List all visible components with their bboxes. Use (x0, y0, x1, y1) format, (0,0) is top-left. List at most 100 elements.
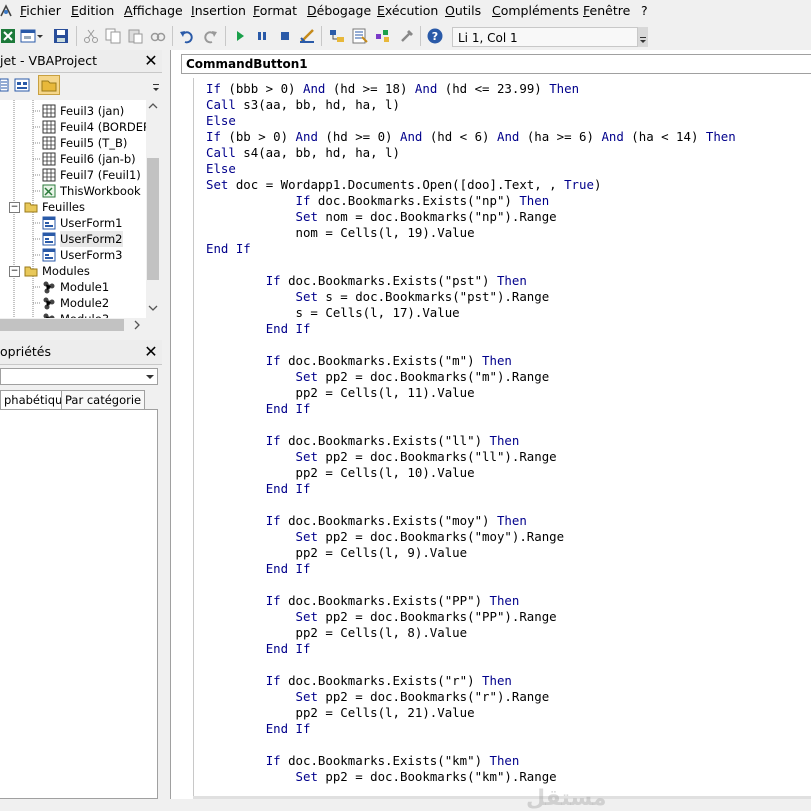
code-line[interactable]: Else (206, 113, 236, 129)
object-select[interactable]: CommandButton1 (181, 54, 811, 74)
code-line[interactable]: Set pp2 = doc.Bookmarks("PP").Range (206, 609, 557, 625)
code-line[interactable]: End If (206, 401, 311, 417)
code-line[interactable]: Else (206, 161, 236, 177)
code-keyword: Then (519, 193, 550, 208)
code-line[interactable]: Set doc = Wordapp1.Documents.Open([doo].… (206, 177, 601, 193)
code-line[interactable]: End If (206, 321, 311, 337)
chevron-down-icon[interactable] (37, 28, 43, 44)
menu-help[interactable]: ? (641, 3, 648, 18)
code-line[interactable]: pp2 = Cells(l, 9).Value (206, 545, 468, 561)
menu-complements[interactable]: Compléments (492, 3, 579, 18)
reset-icon[interactable] (277, 28, 293, 44)
code-line[interactable]: Set pp2 = doc.Bookmarks("m").Range (206, 369, 550, 385)
code-editor[interactable]: If (bbb > 0) And (hd >= 18) And (hd <= 2… (206, 81, 811, 799)
tree-expander-modules[interactable]: − (9, 266, 20, 277)
project-tree-horizontal-scrollbar[interactable] (0, 318, 160, 332)
menu-insertion[interactable]: Insertion (191, 3, 246, 18)
menu-fichier[interactable]: Fichier (20, 3, 61, 18)
insert-userform-icon[interactable] (20, 28, 36, 44)
code-keyword: If (206, 129, 221, 144)
code-line[interactable]: If doc.Bookmarks.Exists("r") Then (206, 673, 512, 689)
code-line[interactable]: If doc.Bookmarks.Exists("np") Then (206, 193, 550, 209)
menu-outils[interactable]: Outils (445, 3, 481, 18)
toggle-folders-icon[interactable] (38, 75, 60, 95)
close-icon[interactable]: ✕ (142, 343, 160, 361)
tree-item-label: Feuil6 (jan-b) (60, 152, 136, 166)
object-browser-icon[interactable] (375, 28, 391, 44)
code-line[interactable]: If doc.Bookmarks.Exists("PP") Then (206, 593, 520, 609)
properties-object-select[interactable] (0, 368, 158, 385)
help-icon[interactable]: ? (427, 28, 443, 44)
view-object-icon[interactable] (14, 77, 30, 93)
close-icon[interactable]: ✕ (142, 52, 160, 70)
vbe-app-icon[interactable] (0, 4, 12, 18)
break-icon[interactable] (254, 28, 270, 44)
toolbox-icon[interactable] (399, 28, 415, 44)
paste-icon[interactable] (127, 28, 143, 44)
excel-icon[interactable] (0, 28, 16, 44)
tree-expander-feuilles[interactable]: − (9, 202, 20, 213)
code-line[interactable]: Set s = doc.Bookmarks("pst").Range (206, 289, 550, 305)
code-line[interactable]: Set pp2 = doc.Bookmarks("r").Range (206, 689, 550, 705)
tab-by-category[interactable]: Par catégorie (61, 390, 146, 409)
redo-icon[interactable] (202, 28, 218, 44)
project-explorer-icon[interactable] (329, 28, 345, 44)
code-keyword: And (496, 129, 520, 144)
tree-item-label: UserForm3 (60, 248, 123, 262)
code-line[interactable]: Set nom = doc.Bookmarks("np").Range (206, 209, 557, 225)
menu-debogage[interactable]: Débogage (307, 3, 371, 18)
menu-execution[interactable]: Exécution (377, 3, 438, 18)
code-line[interactable]: If (bbb > 0) And (hd >= 18) And (hd <= 2… (206, 81, 579, 97)
project-tree-vertical-scrollbar[interactable] (146, 100, 160, 318)
code-line[interactable]: Set pp2 = doc.Bookmarks("km").Range (206, 769, 557, 785)
code-line[interactable]: Set pp2 = doc.Bookmarks("moy").Range (206, 529, 565, 545)
sheet-icon (42, 104, 56, 118)
design-mode-icon[interactable] (299, 28, 315, 44)
code-text: pp2 = doc.Bookmarks("m").Range (317, 369, 550, 384)
code-line[interactable]: End If (206, 241, 251, 257)
code-line[interactable]: If doc.Bookmarks.Exists("pst") Then (206, 273, 527, 289)
chevron-down-icon[interactable] (152, 79, 160, 95)
code-line[interactable]: If doc.Bookmarks.Exists("moy") Then (206, 513, 527, 529)
code-line[interactable]: If doc.Bookmarks.Exists("km") Then (206, 753, 520, 769)
cut-icon[interactable] (83, 28, 99, 44)
chevron-down-icon[interactable] (143, 369, 157, 384)
toolbar-overflow-grip[interactable] (638, 27, 648, 47)
code-line[interactable]: If (bb > 0) And (hd >= 0) And (hd < 6) A… (206, 129, 736, 145)
menu-format[interactable]: Format (253, 3, 297, 18)
menu-edition[interactable]: Edition (71, 3, 114, 18)
run-icon[interactable] (232, 28, 248, 44)
code-line[interactable]: If doc.Bookmarks.Exists("ll") Then (206, 433, 520, 449)
code-line[interactable]: End If (206, 721, 311, 737)
code-line[interactable]: Call s3(aa, bb, hd, ha, l) (206, 97, 400, 113)
code-line[interactable]: End If (206, 561, 311, 577)
menu-affichage[interactable]: Affichage (124, 3, 183, 18)
properties-grid[interactable] (0, 409, 158, 799)
view-code-icon[interactable] (0, 77, 10, 93)
code-line[interactable]: End If (206, 641, 311, 657)
copy-icon[interactable] (105, 28, 121, 44)
code-keyword: Then (489, 433, 520, 448)
code-keyword: True (564, 177, 594, 192)
code-line[interactable]: pp2 = Cells(l, 10).Value (206, 465, 475, 481)
properties-icon[interactable] (352, 28, 368, 44)
code-margin[interactable] (173, 78, 194, 799)
find-icon[interactable] (150, 28, 166, 44)
code-line[interactable]: s = Cells(l, 17).Value (206, 305, 460, 321)
code-keyword: If (265, 353, 281, 368)
code-line[interactable]: pp2 = Cells(l, 11).Value (206, 385, 475, 401)
code-text: doc.Bookmarks.Exists("km") (280, 753, 490, 768)
code-line[interactable]: pp2 = Cells(l, 21).Value (206, 705, 475, 721)
workbook-icon (42, 184, 56, 198)
code-line[interactable]: pp2 = Cells(l, 8).Value (206, 625, 468, 641)
undo-icon[interactable] (179, 28, 195, 44)
code-line[interactable]: If doc.Bookmarks.Exists("m") Then (206, 353, 512, 369)
save-icon[interactable] (53, 28, 69, 44)
code-line[interactable]: Set pp2 = doc.Bookmarks("ll").Range (206, 449, 557, 465)
code-line[interactable]: nom = Cells(l, 19).Value (206, 225, 475, 241)
menu-fenetre[interactable]: Fenêtre (583, 3, 630, 18)
code-line[interactable]: Call s4(aa, bb, hd, ha, l) (206, 145, 400, 161)
code-line[interactable]: End If (206, 481, 311, 497)
